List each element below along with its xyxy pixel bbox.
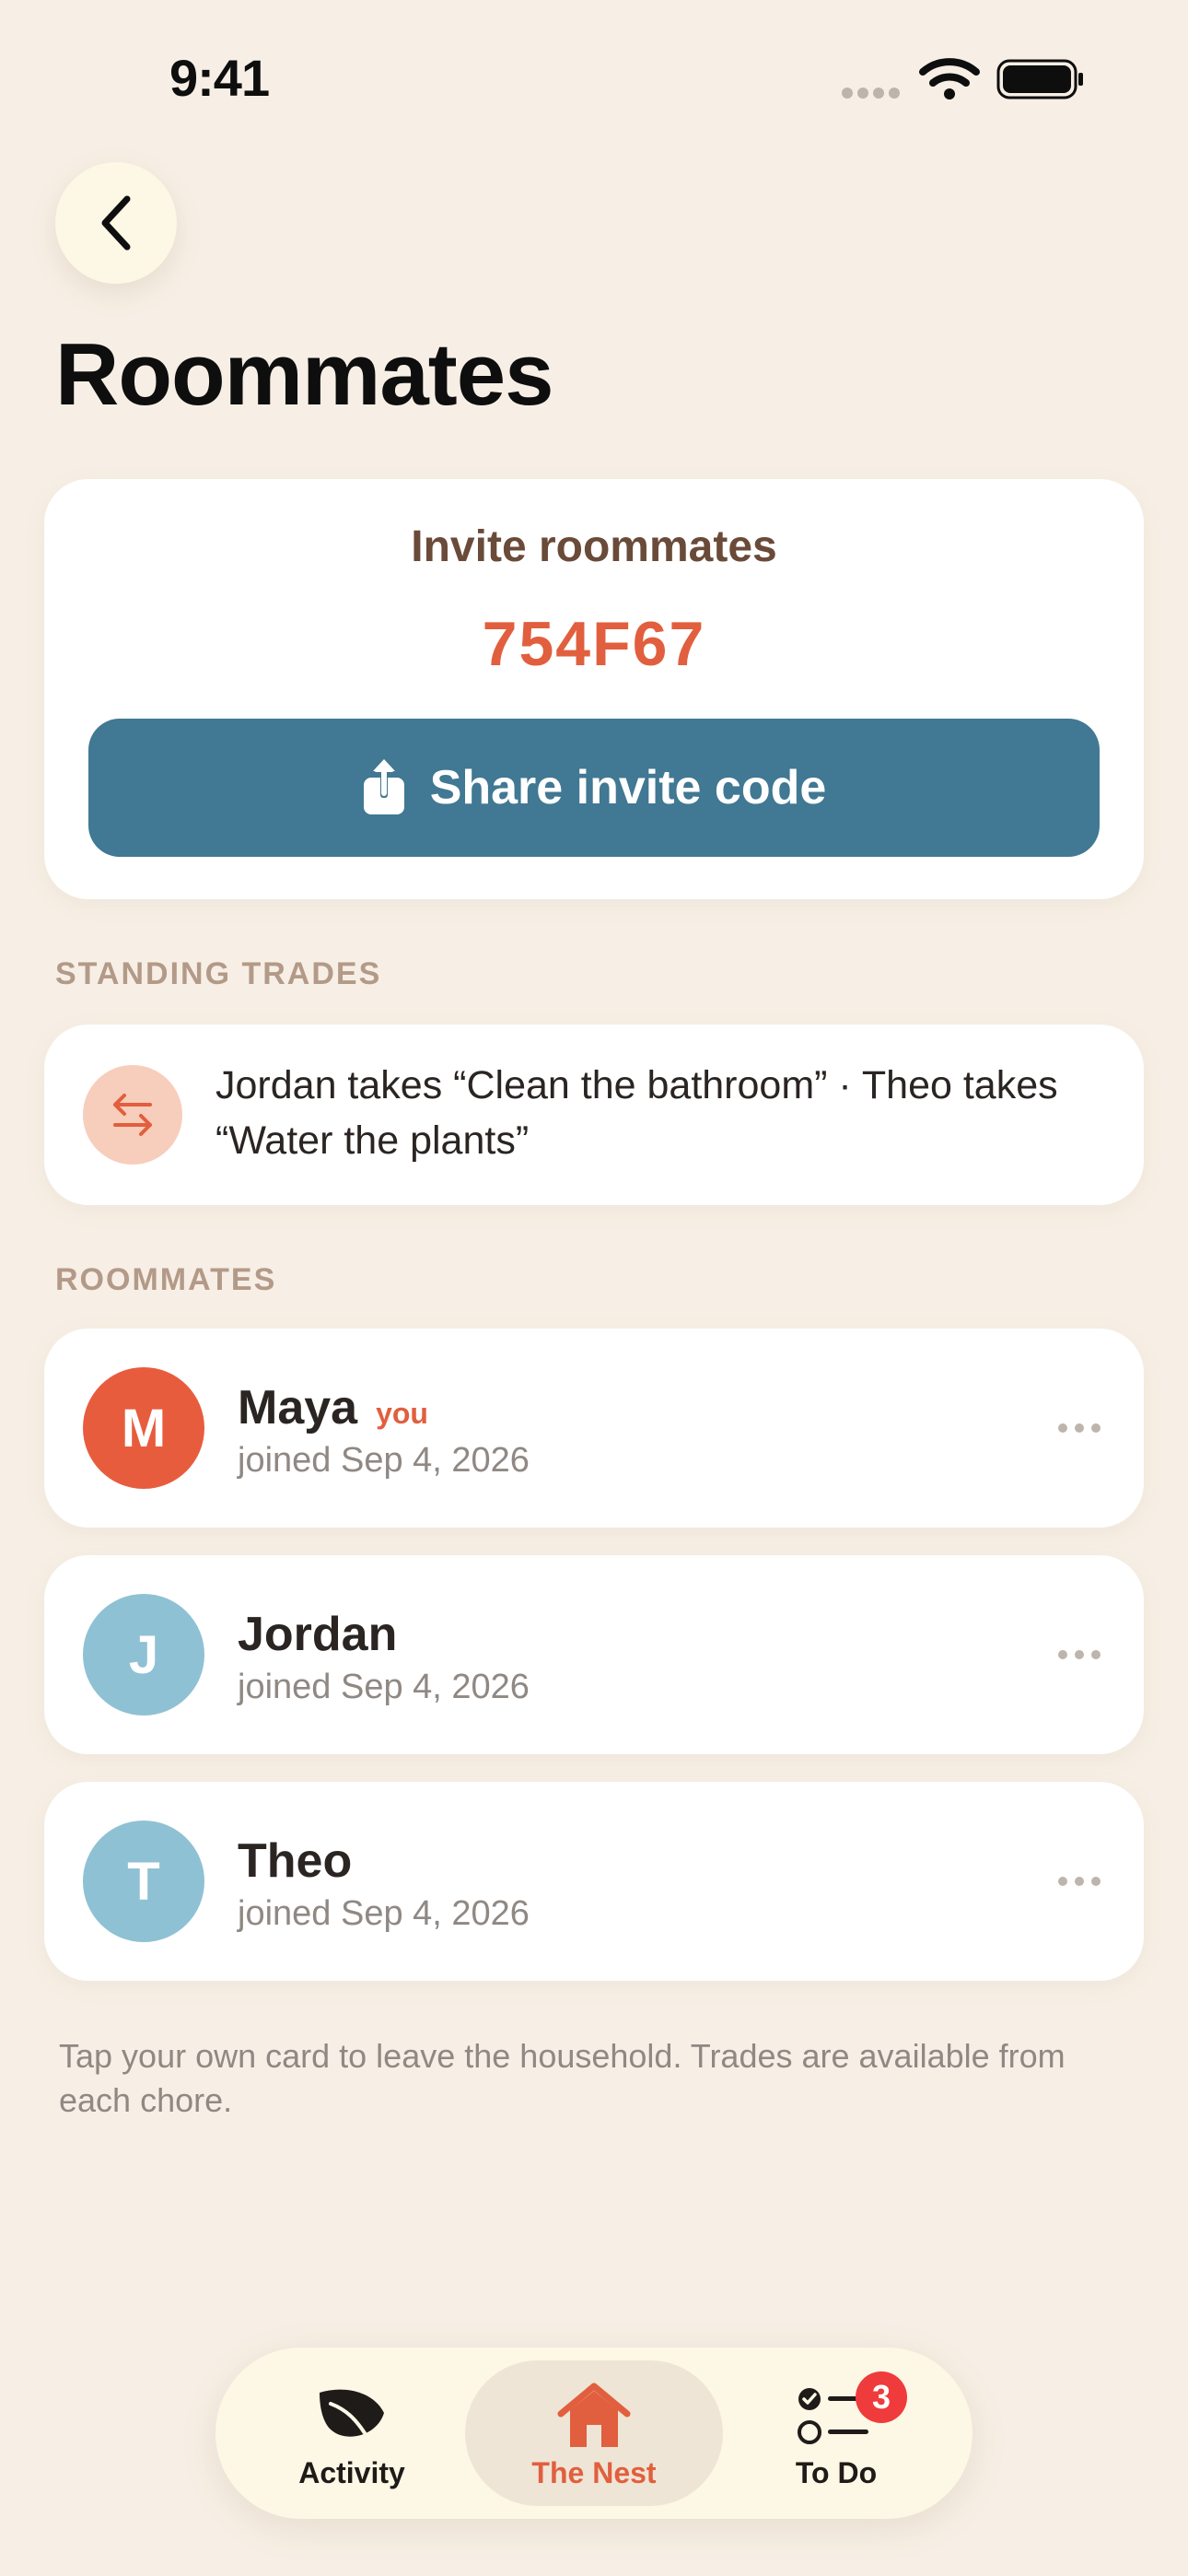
joined-date: joined Sep 4, 2026 xyxy=(238,1668,530,1706)
invite-code: 754F67 xyxy=(482,609,706,679)
invite-title: Invite roommates xyxy=(411,522,777,571)
tab-activity[interactable]: Activity xyxy=(223,2360,481,2506)
share-icon xyxy=(363,759,404,814)
battery-icon xyxy=(996,59,1083,100)
tab-label: The Nest xyxy=(531,2456,657,2489)
more-options-icon[interactable] xyxy=(1055,1640,1103,1669)
avatar: J xyxy=(83,1594,204,1715)
tab-label: To Do xyxy=(795,2456,878,2489)
leaf-icon xyxy=(320,2389,384,2442)
share-button-label: Share invite code xyxy=(429,761,827,814)
house-icon xyxy=(557,2383,631,2447)
status-time: 9:41 xyxy=(169,49,270,107)
todo-badge: 3 xyxy=(856,2371,907,2423)
chevron-left-icon xyxy=(101,195,131,251)
avatar: T xyxy=(83,1821,204,1942)
you-tag: you xyxy=(376,1397,428,1430)
tab-bar: Activity The Nest 3 To Do xyxy=(215,2348,973,2519)
more-options-icon[interactable] xyxy=(1055,1413,1103,1443)
roommate-name: Maya you xyxy=(238,1380,428,1435)
signal-icon xyxy=(842,87,906,99)
roommate-card-theo[interactable]: T Theo joined Sep 4, 2026 xyxy=(44,1782,1144,1981)
footnote: Tap your own card to leave the household… xyxy=(59,2037,1066,2119)
trade-description: Jordan takes “Clean the bathroom” · Theo… xyxy=(215,1063,1058,1163)
share-invite-button[interactable]: Share invite code xyxy=(88,719,1100,857)
roommate-card-jordan[interactable]: J Jordan joined Sep 4, 2026 xyxy=(44,1555,1144,1754)
trade-card[interactable]: Jordan takes “Clean the bathroom” · Theo… xyxy=(44,1025,1144,1205)
tab-the-nest[interactable]: The Nest xyxy=(465,2360,723,2506)
page-title: Roommates xyxy=(55,325,553,424)
swap-icon xyxy=(83,1065,182,1165)
roommates-heading: ROOMMATES xyxy=(55,1262,277,1297)
roommate-name-text: Maya xyxy=(238,1381,358,1434)
invite-card: Invite roommates 754F67 Share invite cod… xyxy=(44,479,1144,899)
roommate-card-maya[interactable]: M Maya you joined Sep 4, 2026 xyxy=(44,1329,1144,1528)
avatar: M xyxy=(83,1367,204,1489)
wifi-icon xyxy=(919,58,980,100)
standing-trades-heading: STANDING TRADES xyxy=(55,956,382,991)
roommate-name: Jordan xyxy=(238,1608,398,1661)
joined-date: joined Sep 4, 2026 xyxy=(238,1441,530,1480)
tab-to-do[interactable]: 3 To Do xyxy=(707,2360,965,2506)
joined-date: joined Sep 4, 2026 xyxy=(238,1894,530,1933)
back-button[interactable] xyxy=(55,162,177,284)
more-options-icon[interactable] xyxy=(1055,1867,1103,1896)
roommate-name: Theo xyxy=(238,1834,353,1888)
tab-label: Activity xyxy=(298,2456,405,2489)
